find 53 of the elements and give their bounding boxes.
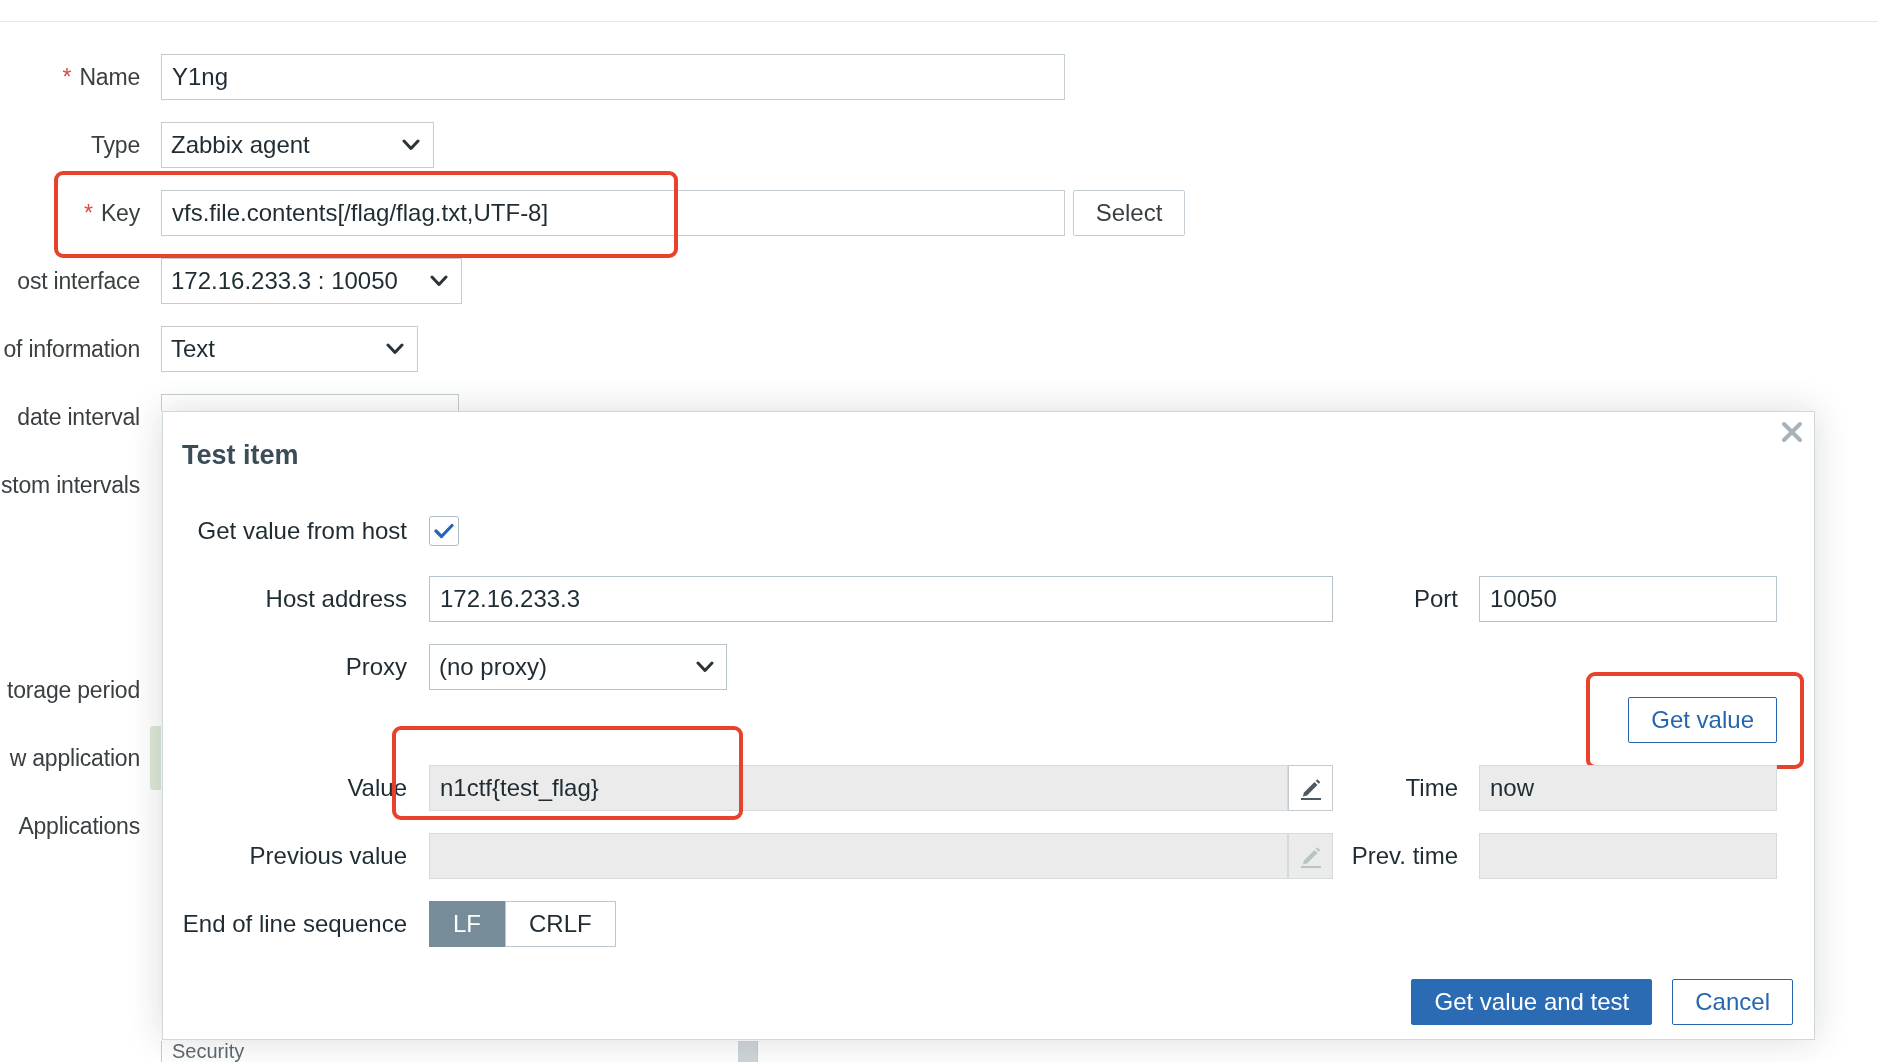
dropdown[interactable]: 172.16.233.3 : 10050 <box>161 258 462 304</box>
submit-button[interactable]: Get value and test <box>1411 979 1653 1025</box>
field-label: Applications <box>18 812 140 840</box>
pencil-icon <box>1298 844 1323 868</box>
list-item[interactable]: Security <box>162 1041 245 1062</box>
edit-button[interactable] <box>1288 765 1333 811</box>
pencil-icon <box>1298 776 1323 800</box>
field-label: Host address <box>265 585 407 613</box>
checkbox[interactable] <box>429 516 459 546</box>
field-label: of information <box>3 335 140 363</box>
get-value-button[interactable]: Get value <box>1628 697 1777 743</box>
select-button[interactable]: Select <box>1073 190 1185 236</box>
input-field[interactable]: vfs.file.contents[/flag/flag.txt,UTF-8] <box>161 190 1065 236</box>
close-button[interactable] <box>1781 421 1803 443</box>
dropdown[interactable]: Text <box>161 326 418 372</box>
dropdown[interactable]: Zabbix agent <box>161 122 434 168</box>
applications-listbox[interactable]: Security <box>161 1041 758 1062</box>
field-label: Port <box>1414 585 1458 613</box>
cancel-button[interactable]: Cancel <box>1672 979 1793 1025</box>
input-field[interactable]: now <box>1479 765 1777 811</box>
input-field[interactable]: n1ctf{test_flag} <box>429 765 1288 811</box>
input-field[interactable]: 172.16.233.3 <box>429 576 1333 622</box>
field-label: stom intervals <box>0 471 140 499</box>
input-field[interactable] <box>429 833 1288 879</box>
field-label: Get value from host <box>197 517 407 545</box>
field-label: Time <box>1405 774 1458 802</box>
field-label: Proxy <box>345 653 407 681</box>
field-label: Previous value <box>249 842 407 870</box>
required-mark: * <box>62 63 72 91</box>
field-label: Prev. time <box>1351 842 1458 870</box>
input-field[interactable]: 10050 <box>1479 576 1777 622</box>
field-label: date interval <box>17 403 140 431</box>
field-label: Type <box>90 131 140 159</box>
field-label: torage period <box>7 676 140 704</box>
field-label: End of line sequence <box>182 910 407 938</box>
input-field[interactable] <box>161 394 459 411</box>
caret-icon <box>402 139 420 151</box>
field-label: ost interface <box>17 267 140 295</box>
dialog-title: Test item <box>182 440 299 470</box>
caret-icon <box>430 275 448 287</box>
field-label: Name <box>79 63 140 91</box>
input-field[interactable] <box>1479 833 1777 879</box>
line-ending-option[interactable]: CRLF <box>505 901 616 947</box>
field-label: Key <box>100 199 140 227</box>
caret-icon <box>696 661 714 673</box>
required-mark: * <box>84 199 93 227</box>
caret-icon <box>386 343 404 355</box>
input-field[interactable]: Y1ng <box>161 54 1065 100</box>
checkmark-icon <box>434 523 454 539</box>
scrollbar[interactable] <box>738 1041 757 1062</box>
dropdown[interactable]: (no proxy) <box>429 644 727 690</box>
close-icon <box>1781 421 1803 443</box>
field-label: w application <box>9 744 140 772</box>
